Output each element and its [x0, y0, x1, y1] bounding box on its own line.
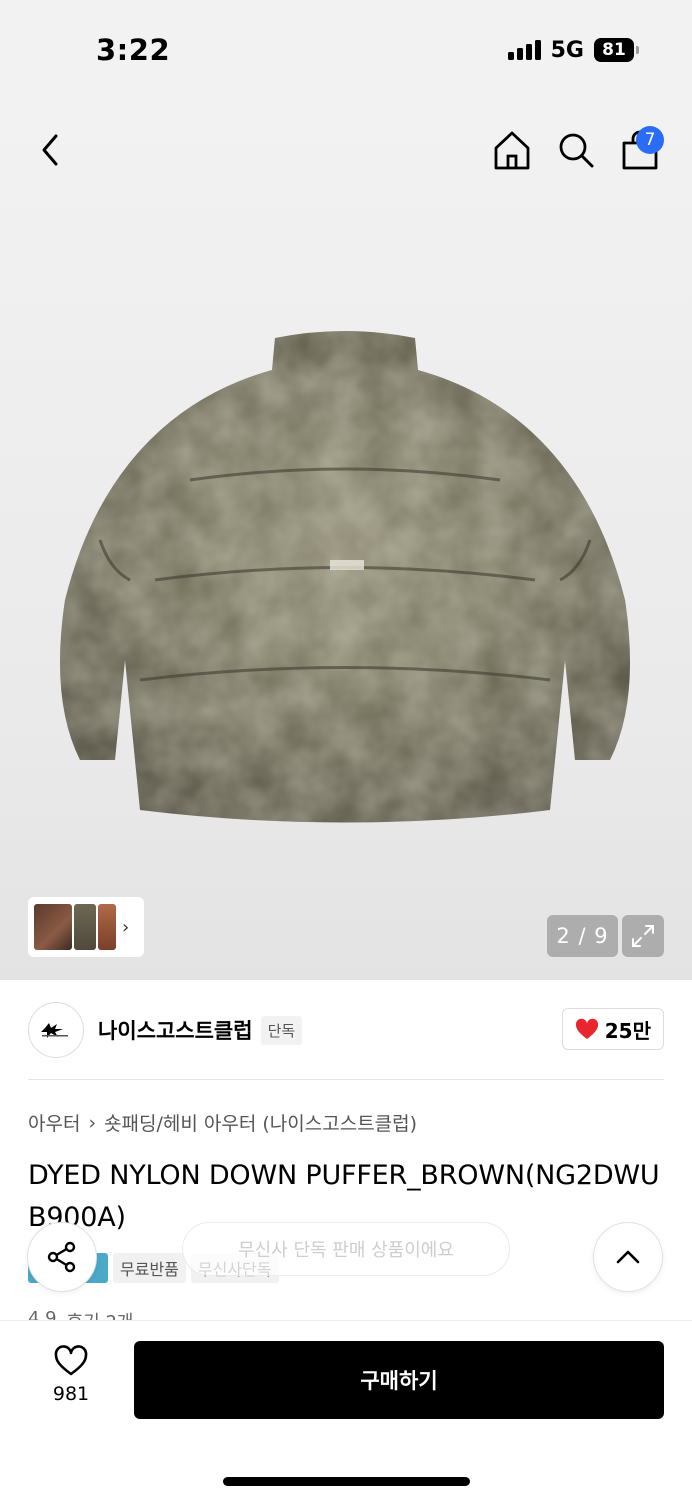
share-icon: [47, 1241, 76, 1273]
breadcrumb: 아우터 › 숏패딩/헤비 아우터 (나이스고스트클럽): [28, 1109, 417, 1136]
toast-text: 무신사 단독 판매 상품이에요: [238, 1240, 454, 1261]
brand-logo[interactable]: [28, 1002, 84, 1058]
status-time: 3:22: [96, 33, 171, 67]
expand-icon: [632, 925, 654, 947]
status-indicators: 5G 81: [507, 37, 639, 63]
thumbnail-strip[interactable]: ›: [28, 897, 144, 957]
divider: [28, 1079, 664, 1080]
status-bar: 3:22 5G 81: [0, 0, 692, 100]
search-button[interactable]: [556, 130, 596, 170]
chevron-left-icon: [42, 134, 58, 166]
home-indicator: [223, 1477, 470, 1486]
thumbnail-image: [74, 904, 96, 950]
wishlist-button[interactable]: 981: [40, 1345, 102, 1405]
chevron-up-icon: [616, 1250, 640, 1264]
home-button[interactable]: [492, 128, 532, 172]
thumbnail-image: [34, 904, 72, 950]
toast-message: 무신사 단독 판매 상품이에요: [182, 1222, 510, 1276]
brand-like-button[interactable]: 25만: [561, 1008, 664, 1050]
product-image-gallery[interactable]: › 2 / 9: [0, 100, 692, 980]
brand-like-count: 25만: [604, 1018, 651, 1043]
product-photo: [60, 331, 630, 823]
exclusive-badge: 단독: [260, 1015, 303, 1045]
chevron-right-icon: ›: [122, 916, 130, 938]
breadcrumb-subcategory[interactable]: 숏패딩/헤비 아우터 (나이스고스트클럽): [104, 1109, 417, 1136]
cart-count-badge: 7: [636, 126, 664, 154]
tag-free-return: 무료반품: [113, 1253, 186, 1283]
expand-button[interactable]: [622, 915, 664, 957]
heart-filled-icon: [575, 1018, 598, 1039]
chevron-right-icon: ›: [88, 1111, 97, 1134]
home-icon: [494, 131, 530, 170]
back-button[interactable]: [36, 130, 66, 170]
breadcrumb-category[interactable]: 아우터: [28, 1109, 80, 1136]
image-counter: 2 / 9: [547, 915, 618, 957]
share-button[interactable]: [27, 1222, 97, 1292]
buy-button[interactable]: 구매하기: [134, 1341, 664, 1419]
brand-row[interactable]: 나이스고스트클럽 단독 25만: [28, 1000, 664, 1060]
bottom-action-bar: 981 구매하기: [0, 1320, 692, 1500]
scroll-to-top-button[interactable]: [593, 1222, 663, 1292]
battery-level: 81: [602, 40, 626, 60]
wishlist-count: 981: [52, 1383, 90, 1405]
thumbnail-image: [98, 904, 116, 950]
search-icon: [559, 133, 594, 168]
battery-icon: 81: [594, 38, 639, 62]
network-type: 5G: [550, 37, 584, 63]
cellular-signal-icon: [507, 40, 541, 60]
brand-name[interactable]: 나이스고스트클럽: [98, 1015, 253, 1045]
heart-outline-icon: [54, 1345, 88, 1376]
star-burst-logo-icon: [41, 1023, 68, 1038]
